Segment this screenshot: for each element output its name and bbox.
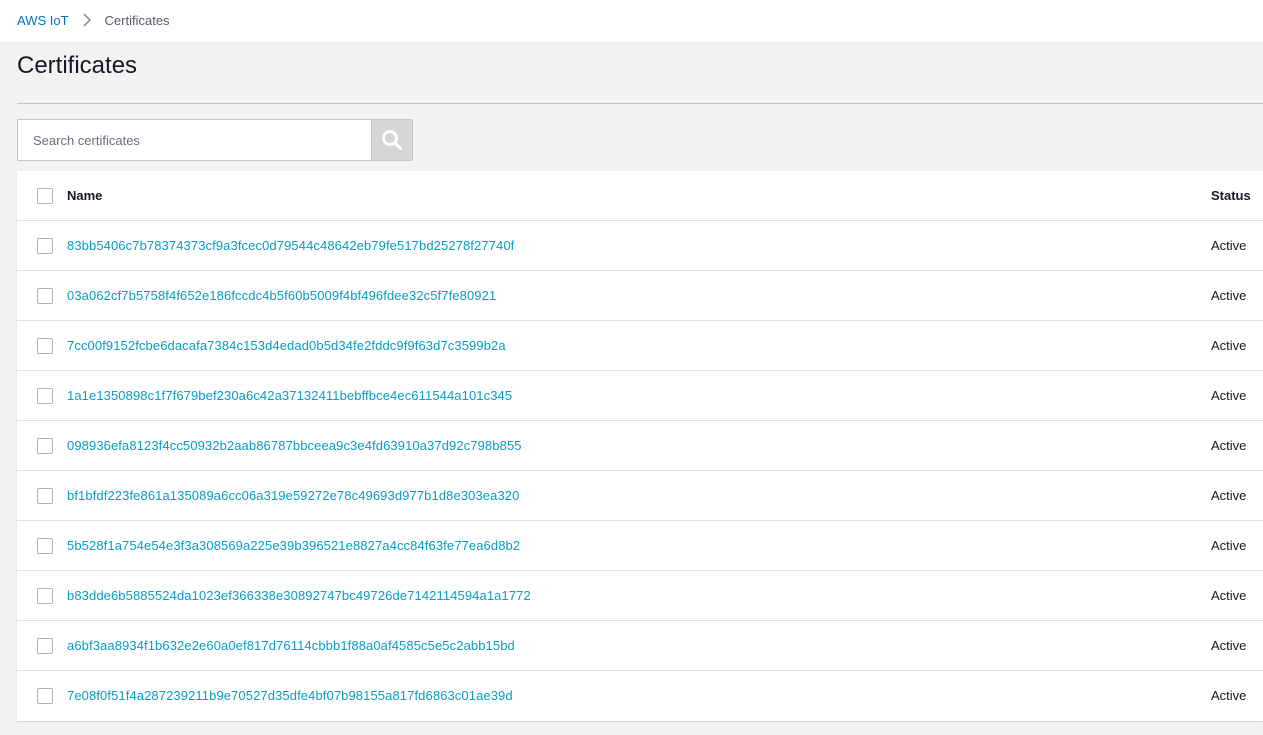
table-row: 5b528f1a754e54e3f3a308569a225e39b396521e…	[17, 521, 1263, 571]
row-checkbox[interactable]	[37, 238, 53, 254]
certificate-link[interactable]: 03a062cf7b5758f4f652e186fccdc4b5f60b5009…	[67, 288, 496, 303]
row-checkbox[interactable]	[37, 488, 53, 504]
certificate-link[interactable]: bf1bfdf223fe861a135089a6cc06a319e59272e7…	[67, 488, 519, 503]
certificate-link[interactable]: a6bf3aa8934f1b632e2e60a0ef817d76114cbbb1…	[67, 638, 515, 653]
certificate-link[interactable]: 098936efa8123f4cc50932b2aab86787bbceea9c…	[67, 438, 522, 453]
certificate-link[interactable]: 7cc00f9152fcbe6dacafa7384c153d4edad0b5d3…	[67, 338, 506, 353]
row-checkbox[interactable]	[37, 688, 53, 704]
row-checkbox[interactable]	[37, 338, 53, 354]
status-cell: Active	[1211, 288, 1247, 303]
chevron-right-icon	[82, 13, 91, 27]
status-cell: Active	[1211, 538, 1247, 553]
search-input[interactable]	[17, 119, 371, 161]
top-bar: AWS IoT Certificates	[0, 0, 1263, 42]
search-icon	[382, 130, 403, 151]
column-header-status[interactable]: Status	[1211, 171, 1251, 221]
search-button[interactable]	[371, 119, 413, 161]
row-checkbox[interactable]	[37, 588, 53, 604]
status-cell: Active	[1211, 488, 1247, 503]
page-title: Certificates	[17, 52, 138, 79]
row-checkbox[interactable]	[37, 538, 53, 554]
status-cell: Active	[1211, 588, 1247, 603]
breadcrumb: AWS IoT Certificates	[17, 12, 170, 28]
table-row: 098936efa8123f4cc50932b2aab86787bbceea9c…	[17, 421, 1263, 471]
table-row: 83bb5406c7b78374373cf9a3fcec0d79544c4864…	[17, 221, 1263, 271]
table-row: bf1bfdf223fe861a135089a6cc06a319e59272e7…	[17, 471, 1263, 521]
breadcrumb-current: Certificates	[104, 12, 170, 28]
column-header-name[interactable]: Name	[67, 171, 102, 221]
table-row: a6bf3aa8934f1b632e2e60a0ef817d76114cbbb1…	[17, 621, 1263, 671]
certificate-link[interactable]: b83dde6b5885524da1023ef366338e30892747bc…	[67, 588, 531, 603]
certificate-link[interactable]: 5b528f1a754e54e3f3a308569a225e39b396521e…	[67, 538, 520, 553]
certificate-link[interactable]: 83bb5406c7b78374373cf9a3fcec0d79544c4864…	[67, 238, 514, 253]
table-row: b83dde6b5885524da1023ef366338e30892747bc…	[17, 571, 1263, 621]
row-checkbox[interactable]	[37, 388, 53, 404]
table-row: 1a1e1350898c1f7f679bef230a6c42a37132411b…	[17, 371, 1263, 421]
breadcrumb-aws-iot-link[interactable]: AWS IoT	[17, 13, 69, 28]
table-row: 7e08f0f51f4a287239211b9e70527d35dfe4bf07…	[17, 671, 1263, 721]
certificate-link[interactable]: 1a1e1350898c1f7f679bef230a6c42a37132411b…	[67, 388, 512, 403]
select-all-checkbox[interactable]	[37, 188, 53, 204]
status-cell: Active	[1211, 338, 1247, 353]
status-cell: Active	[1211, 688, 1247, 703]
row-checkbox[interactable]	[37, 638, 53, 654]
status-cell: Active	[1211, 438, 1247, 453]
certificates-table: Name Status 83bb5406c7b78374373cf9a3fcec…	[17, 171, 1263, 721]
table-row: 7cc00f9152fcbe6dacafa7384c153d4edad0b5d3…	[17, 321, 1263, 371]
status-cell: Active	[1211, 238, 1247, 253]
title-divider	[17, 103, 1263, 104]
table-row: 03a062cf7b5758f4f652e186fccdc4b5f60b5009…	[17, 271, 1263, 321]
row-checkbox[interactable]	[37, 288, 53, 304]
status-cell: Active	[1211, 388, 1247, 403]
table-header: Name Status	[17, 171, 1263, 221]
row-checkbox[interactable]	[37, 438, 53, 454]
search-bar	[17, 119, 413, 161]
certificate-link[interactable]: 7e08f0f51f4a287239211b9e70527d35dfe4bf07…	[67, 688, 513, 703]
status-cell: Active	[1211, 638, 1247, 653]
